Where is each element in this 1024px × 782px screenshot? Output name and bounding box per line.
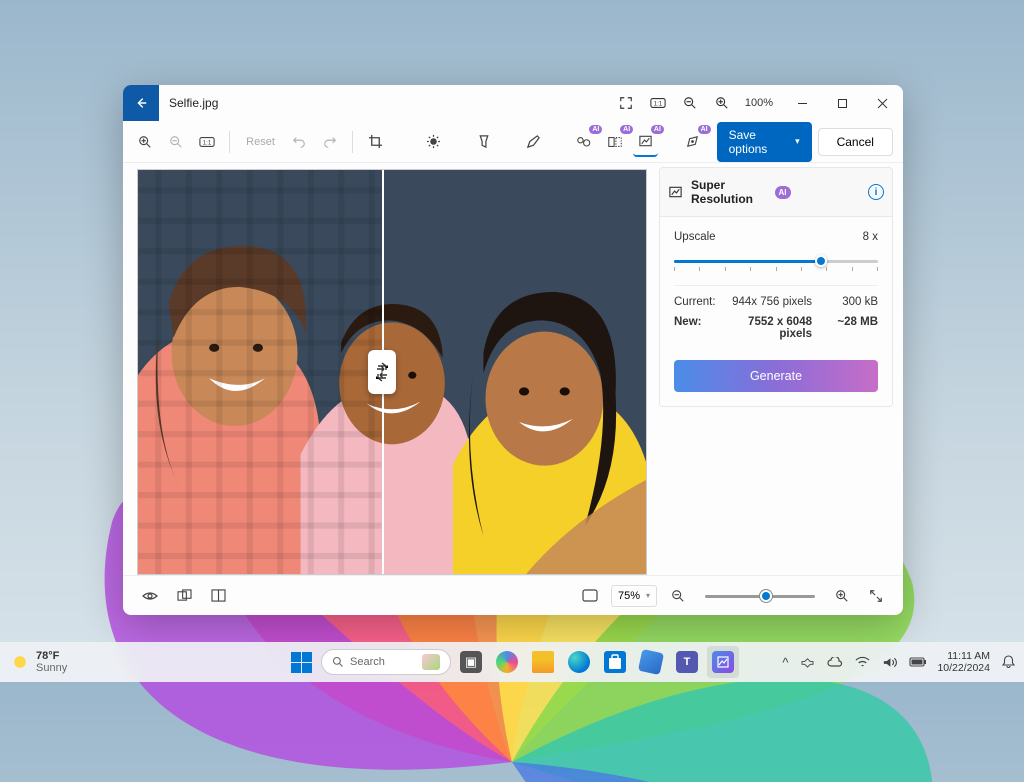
split-icon[interactable] — [205, 583, 231, 609]
volume-icon[interactable] — [880, 656, 899, 669]
edge-icon[interactable] — [563, 646, 595, 678]
save-options-button[interactable]: Save options▾ — [717, 122, 812, 162]
wifi-icon[interactable] — [853, 656, 872, 668]
clock[interactable]: 11:11 AM 10/22/2024 — [937, 650, 990, 674]
sun-icon — [10, 652, 30, 672]
fit-screen-icon[interactable] — [577, 583, 603, 609]
notification-icon[interactable] — [998, 655, 1014, 669]
adjust-tool[interactable] — [422, 127, 447, 157]
minimize-button[interactable] — [785, 88, 819, 118]
upscale-label: Upscale — [674, 231, 716, 243]
new-dims: 7552 x 6048 pixels — [732, 316, 828, 340]
superres-ai-tool[interactable]: AI — [633, 127, 658, 157]
zoom-in-icon[interactable] — [707, 88, 737, 118]
tray-chevron-icon[interactable]: ^ — [780, 655, 790, 670]
fullscreen-icon[interactable] — [611, 88, 641, 118]
zoom-slider[interactable] — [705, 588, 815, 604]
cloud-icon[interactable] — [825, 657, 845, 668]
onedrive-icon[interactable] — [798, 657, 817, 668]
zoom-in-tool[interactable] — [133, 127, 158, 157]
markup-tool[interactable] — [522, 127, 547, 157]
zoom-percentage: 100% — [739, 97, 779, 109]
explorer-icon[interactable] — [527, 646, 559, 678]
reset-button[interactable]: Reset — [240, 136, 281, 148]
redo-tool[interactable] — [318, 127, 343, 157]
weather-widget[interactable]: 78°F Sunny — [10, 650, 67, 674]
close-button[interactable] — [865, 88, 899, 118]
title-bar: Selfie.jpg 1:1 100% — [123, 85, 903, 121]
expand-icon[interactable] — [863, 583, 889, 609]
superres-panel-icon — [668, 185, 683, 199]
task-view-icon[interactable]: ▣ — [455, 646, 487, 678]
upscale-value: 8 x — [863, 231, 878, 243]
taskbar-search[interactable]: Search — [321, 649, 451, 675]
panel-title: Super Resolution — [691, 178, 769, 206]
new-size: ~28 MB — [828, 316, 878, 340]
taskbar: 78°F Sunny Search ▣ T ^ 11:11 AM 10/22/2… — [0, 642, 1024, 682]
image-canvas[interactable] — [137, 169, 647, 575]
super-resolution-panel: Super Resolution AI i Upscale 8 x — [653, 163, 903, 575]
phone-icon[interactable] — [635, 646, 667, 678]
crop-tool[interactable] — [363, 127, 388, 157]
zoom-out-tool[interactable] — [164, 127, 189, 157]
zoom-in-bottom[interactable] — [829, 583, 855, 609]
actual-size-icon[interactable]: 1:1 — [643, 88, 673, 118]
zoom-select[interactable]: 75%▾ — [611, 585, 657, 607]
start-button[interactable] — [285, 646, 317, 678]
zoom-out-icon[interactable] — [675, 88, 705, 118]
window-title: Selfie.jpg — [159, 96, 611, 110]
view-icon[interactable] — [137, 583, 163, 609]
condition: Sunny — [36, 662, 67, 674]
info-icon[interactable]: i — [868, 184, 884, 200]
ai-tag: AI — [775, 186, 791, 199]
copilot-icon[interactable] — [491, 646, 523, 678]
teams-icon[interactable]: T — [671, 646, 703, 678]
current-size: 300 kB — [828, 296, 878, 308]
generate-button[interactable]: Generate — [674, 360, 878, 392]
fit-tool[interactable]: 1:1 — [195, 127, 220, 157]
back-button[interactable] — [123, 85, 159, 121]
search-highlight-icon — [422, 654, 440, 670]
zoom-out-bottom[interactable] — [665, 583, 691, 609]
battery-icon[interactable] — [907, 657, 929, 667]
blur-ai-tool[interactable]: AI — [602, 127, 627, 157]
svg-text:1:1: 1:1 — [203, 139, 212, 146]
photos-app-window: Selfie.jpg 1:1 100% 1:1 Reset AI AI — [123, 85, 903, 615]
image-preview-area — [123, 163, 653, 575]
erase-ai-tool[interactable]: AI — [572, 127, 597, 157]
search-icon — [332, 656, 344, 668]
edit-toolbar: 1:1 Reset AI AI AI AI Save options▾ Canc… — [123, 121, 903, 163]
temperature: 78°F — [36, 650, 67, 662]
cancel-button[interactable]: Cancel — [818, 128, 893, 156]
current-dims: 944x 756 pixels — [732, 296, 828, 308]
store-icon[interactable] — [599, 646, 631, 678]
svg-text:1:1: 1:1 — [654, 101, 663, 108]
current-label: Current: — [674, 296, 732, 308]
comparison-handle[interactable] — [368, 350, 396, 394]
style-ai-tool[interactable]: AI — [680, 127, 705, 157]
filter-tool[interactable] — [472, 127, 497, 157]
compare-icon[interactable] — [171, 583, 197, 609]
undo-tool[interactable] — [287, 127, 312, 157]
photos-app-icon[interactable] — [707, 646, 739, 678]
upscale-slider[interactable] — [674, 251, 878, 271]
maximize-button[interactable] — [825, 88, 859, 118]
status-bar: 75%▾ — [123, 575, 903, 615]
new-label: New: — [674, 316, 732, 340]
